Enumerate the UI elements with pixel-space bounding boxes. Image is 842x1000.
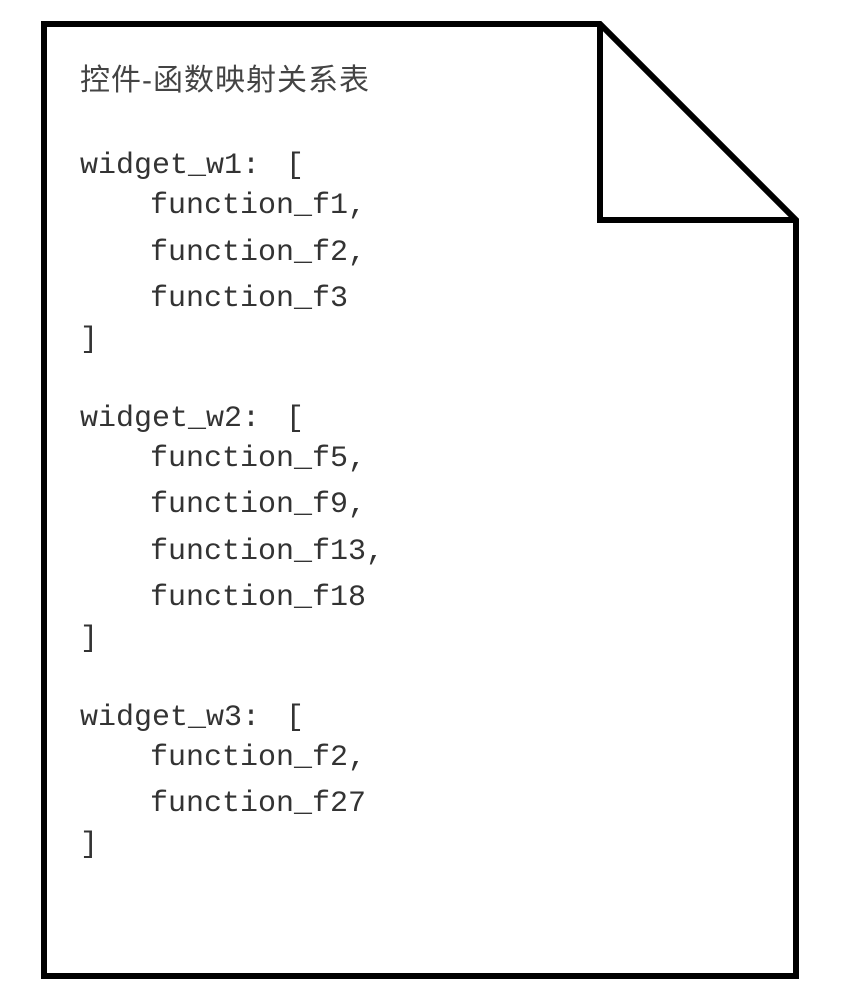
mapping-key: widget_w1 <box>80 149 242 183</box>
function-item: function_f9, <box>150 482 760 529</box>
function-item: function_f27 <box>150 781 760 828</box>
mapping-key: widget_w3 <box>80 701 242 735</box>
function-item: function_f5, <box>150 436 760 483</box>
document-title: 控件-函数映射关系表 <box>80 55 760 99</box>
open-bracket: [ <box>286 701 304 735</box>
open-bracket: [ <box>286 149 304 183</box>
mapping-block: widget_w3: [function_f2,function_f27] <box>80 701 760 862</box>
colon: : <box>242 149 278 183</box>
open-bracket: [ <box>286 402 304 436</box>
function-item: function_f1, <box>150 183 760 230</box>
mapping-key: widget_w2 <box>80 402 242 436</box>
function-item: function_f2, <box>150 230 760 277</box>
close-bracket: ] <box>80 323 760 357</box>
close-bracket: ] <box>80 622 760 656</box>
mapping-block: widget_w1: [function_f1,function_f2,func… <box>80 149 760 357</box>
close-bracket: ] <box>80 828 760 862</box>
function-item: function_f3 <box>150 276 760 323</box>
colon: : <box>242 402 278 436</box>
function-item: function_f13, <box>150 529 760 576</box>
function-item: function_f2, <box>150 735 760 782</box>
mapping-block: widget_w2: [function_f5,function_f9,func… <box>80 402 760 656</box>
document-content: 控件-函数映射关系表 widget_w1: [function_f1,funct… <box>80 55 760 907</box>
function-item: function_f18 <box>150 575 760 622</box>
colon: : <box>242 701 278 735</box>
document-page: 控件-函数映射关系表 widget_w1: [function_f1,funct… <box>40 20 800 980</box>
